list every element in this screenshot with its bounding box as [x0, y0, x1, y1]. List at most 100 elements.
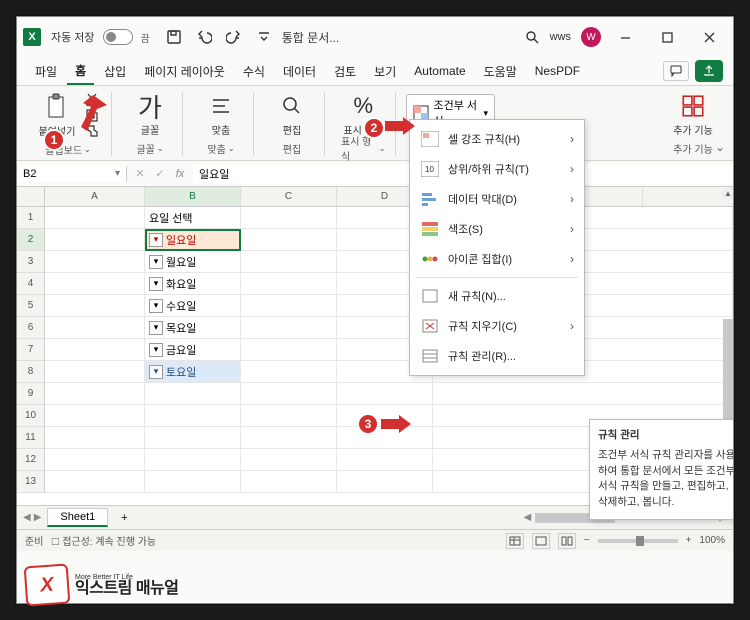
scroll-left-icon[interactable]: ◀: [524, 512, 532, 523]
cell[interactable]: [45, 273, 145, 295]
cell[interactable]: [45, 471, 145, 493]
row-header[interactable]: 4: [17, 273, 45, 295]
cell[interactable]: [337, 471, 433, 493]
cell[interactable]: [45, 317, 145, 339]
col-header-B[interactable]: B: [145, 187, 241, 206]
sheet-tab[interactable]: Sheet1: [47, 508, 108, 527]
cell[interactable]: [241, 229, 337, 251]
dropdown-icon[interactable]: ▾: [149, 255, 163, 269]
cell[interactable]: [241, 295, 337, 317]
cell-B3[interactable]: ▾월요일: [145, 251, 241, 273]
cell[interactable]: [241, 251, 337, 273]
cell[interactable]: [241, 207, 337, 229]
cell-B6[interactable]: ▾목요일: [145, 317, 241, 339]
cell[interactable]: [241, 339, 337, 361]
cell[interactable]: [45, 405, 145, 427]
cell[interactable]: [337, 383, 433, 405]
fx-icon[interactable]: fx: [173, 168, 187, 180]
cell[interactable]: [145, 427, 241, 449]
cf-new-rule[interactable]: 새 규칙(N)...: [410, 281, 584, 311]
zoom-out-button[interactable]: −: [584, 535, 590, 546]
cell[interactable]: [45, 295, 145, 317]
cell[interactable]: [241, 383, 337, 405]
col-header-A[interactable]: A: [45, 187, 145, 206]
cell[interactable]: [45, 229, 145, 251]
user-avatar[interactable]: W: [581, 27, 601, 47]
cell[interactable]: [45, 361, 145, 383]
row-header[interactable]: 10: [17, 405, 45, 427]
tab-insert[interactable]: 삽입: [96, 59, 134, 84]
cell[interactable]: [433, 383, 733, 405]
close-button[interactable]: [691, 23, 727, 51]
cf-top-bottom[interactable]: 10 상위/하위 규칙(T) ›: [410, 154, 584, 184]
cell[interactable]: [145, 383, 241, 405]
row-header[interactable]: 9: [17, 383, 45, 405]
dropdown-icon[interactable]: ▾: [149, 299, 163, 313]
edit-button[interactable]: 편집: [270, 92, 314, 137]
cf-icon-sets[interactable]: 아이콘 집합(I) ›: [410, 244, 584, 274]
cell-B4[interactable]: ▾화요일: [145, 273, 241, 295]
row-header[interactable]: 12: [17, 449, 45, 471]
comments-button[interactable]: [663, 61, 689, 81]
cell[interactable]: [45, 251, 145, 273]
autosave-toggle[interactable]: [103, 29, 133, 45]
search-icon[interactable]: [520, 25, 544, 49]
cell[interactable]: [45, 383, 145, 405]
cell[interactable]: [45, 427, 145, 449]
dropdown-icon[interactable]: ▾: [149, 277, 163, 291]
addins-button[interactable]: 추가 기능: [671, 92, 715, 137]
cell-B8[interactable]: ▾토요일: [145, 361, 241, 383]
dropdown-icon[interactable]: ▾: [149, 233, 163, 247]
row-header[interactable]: 13: [17, 471, 45, 493]
row-header[interactable]: 11: [17, 427, 45, 449]
dropdown-icon[interactable]: ▾: [149, 343, 163, 357]
row-header[interactable]: 5: [17, 295, 45, 317]
cell[interactable]: [45, 449, 145, 471]
tab-help[interactable]: 도움말: [476, 59, 525, 84]
col-header-C[interactable]: C: [241, 187, 337, 206]
normal-view-button[interactable]: [506, 533, 524, 549]
scroll-up-icon[interactable]: ▲: [723, 187, 733, 199]
cell[interactable]: [241, 427, 337, 449]
tab-automate[interactable]: Automate: [406, 60, 473, 82]
row-header[interactable]: 6: [17, 317, 45, 339]
dropdown-icon[interactable]: ▾: [149, 365, 163, 379]
cell[interactable]: [241, 361, 337, 383]
page-break-view-button[interactable]: [558, 533, 576, 549]
page-layout-view-button[interactable]: [532, 533, 550, 549]
dropdown-icon[interactable]: ▾: [149, 321, 163, 335]
tab-nespdf[interactable]: NesPDF: [527, 60, 588, 82]
cell[interactable]: [241, 273, 337, 295]
cancel-formula-icon[interactable]: ✕: [133, 167, 147, 180]
sheet-nav[interactable]: ◀▶: [23, 512, 41, 523]
cf-highlight-cells[interactable]: 셀 강조 규칙(H) ›: [410, 124, 584, 154]
qat-dropdown-icon[interactable]: [252, 25, 276, 49]
tab-formulas[interactable]: 수식: [235, 59, 273, 84]
undo-icon[interactable]: [192, 25, 216, 49]
cell[interactable]: [145, 405, 241, 427]
tab-review[interactable]: 검토: [326, 59, 364, 84]
tab-data[interactable]: 데이터: [275, 59, 324, 84]
row-header[interactable]: 7: [17, 339, 45, 361]
share-button[interactable]: [695, 60, 723, 82]
redo-icon[interactable]: [222, 25, 246, 49]
cell[interactable]: [45, 207, 145, 229]
cell-B5[interactable]: ▾수요일: [145, 295, 241, 317]
cell-B7[interactable]: ▾금요일: [145, 339, 241, 361]
align-button[interactable]: 맞춤: [199, 92, 243, 137]
cell[interactable]: [241, 317, 337, 339]
cell[interactable]: [145, 449, 241, 471]
tab-pagelayout[interactable]: 페이지 레이아웃: [136, 59, 233, 84]
cell[interactable]: [241, 449, 337, 471]
cf-clear-rules[interactable]: 규칙 지우기(C) ›: [410, 311, 584, 341]
tab-file[interactable]: 파일: [27, 59, 65, 84]
font-button[interactable]: 가 글꼴: [128, 92, 172, 137]
cell[interactable]: [241, 405, 337, 427]
row-header[interactable]: 8: [17, 361, 45, 383]
cell-B1[interactable]: 요일 선택: [145, 207, 241, 229]
cell[interactable]: [337, 449, 433, 471]
cell[interactable]: [45, 339, 145, 361]
name-box[interactable]: B2 ▾: [17, 166, 127, 182]
cf-data-bars[interactable]: 데이터 막대(D) ›: [410, 184, 584, 214]
cf-manage-rules[interactable]: 규칙 관리(R)...: [410, 341, 584, 371]
